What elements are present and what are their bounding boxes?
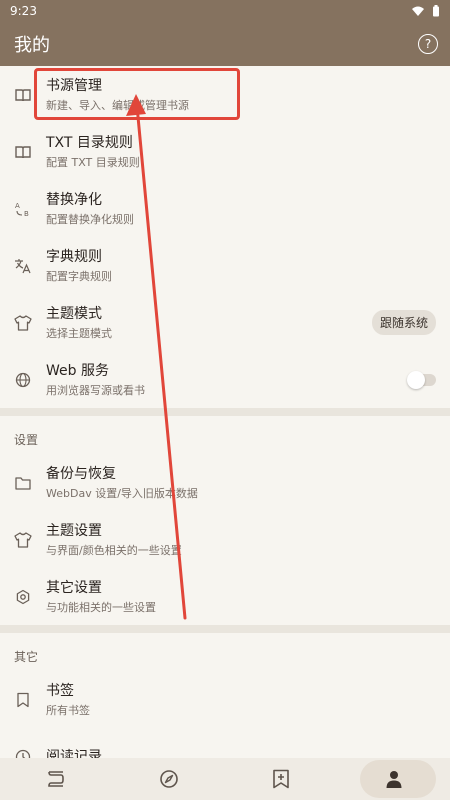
status-bar: 9:23 — [0, 0, 450, 22]
book-source-management[interactable]: 书源管理 新建、导入、编辑或管理书源 — [0, 66, 450, 123]
nav-discover[interactable] — [113, 758, 226, 800]
item-subtitle: 配置字典规则 — [46, 269, 112, 283]
section-header: 其它 — [14, 650, 39, 664]
bookmark-icon — [14, 691, 32, 709]
item-title: 主题模式 — [46, 305, 102, 322]
item-subtitle: 所有书签 — [46, 703, 90, 717]
battery-icon — [433, 5, 439, 17]
item-subtitle: 与界面/颜色相关的一些设置 — [46, 543, 182, 557]
top-section: 书源管理 新建、导入、编辑或管理书源 TXT 目录规则 配置 TXT 目录规则 … — [0, 66, 450, 408]
app-bar: 我的 ? — [0, 22, 450, 66]
settings-section: 设置 备份与恢复 WebDav 设置/导入旧版本数据 主题设置 与界面/颜色相关… — [0, 416, 450, 625]
section-header: 设置 — [14, 433, 39, 447]
clock-icon — [14, 748, 32, 758]
page-title: 我的 — [14, 35, 50, 56]
item-title: 书签 — [46, 682, 74, 699]
dictionary-rules[interactable]: 字典规则 配置字典规则 — [0, 237, 450, 294]
item-title: 书源管理 — [46, 77, 102, 94]
translate-icon — [14, 257, 32, 275]
compass-icon — [159, 770, 178, 788]
item-title: 阅读记录 — [46, 748, 102, 759]
item-subtitle: 选择主题模式 — [46, 326, 112, 340]
nav-bookshelf[interactable] — [0, 758, 113, 800]
bookshelf-icon — [48, 771, 65, 787]
book-open-icon — [14, 86, 32, 104]
gear-icon — [14, 588, 32, 606]
globe-icon — [14, 371, 32, 389]
bookmark-add-icon — [273, 769, 290, 789]
item-subtitle: 配置替换净化规则 — [46, 212, 134, 226]
web-service[interactable]: Web 服务 用浏览器写源或看书 — [0, 351, 450, 408]
replace-icon: AB — [14, 200, 32, 218]
bookmarks[interactable]: 书签 所有书签 — [0, 671, 450, 728]
theme-mode[interactable]: 主题模式 选择主题模式 跟随系统 — [0, 294, 450, 351]
item-title: TXT 目录规则 — [46, 134, 133, 151]
svg-text:B: B — [24, 210, 29, 217]
person-icon — [386, 771, 402, 788]
item-subtitle: 新建、导入、编辑或管理书源 — [46, 98, 189, 112]
section-divider — [0, 408, 450, 416]
others-section: 其它 书签 所有书签 阅读记录 — [0, 633, 450, 758]
item-title: 备份与恢复 — [46, 465, 116, 482]
folder-icon — [14, 474, 32, 492]
status-icons — [412, 5, 440, 17]
status-time: 9:23 — [10, 4, 37, 18]
item-title: 替换净化 — [46, 191, 102, 208]
reading-history[interactable]: 阅读记录 — [0, 728, 450, 758]
help-circle-icon[interactable]: ? — [418, 34, 438, 54]
item-subtitle: 用浏览器写源或看书 — [46, 383, 145, 397]
item-title: 其它设置 — [46, 579, 102, 596]
item-subtitle: 配置 TXT 目录规则 — [46, 155, 140, 169]
toggle-knob — [407, 370, 425, 389]
theme-mode-value-chip[interactable]: 跟随系统 — [371, 310, 436, 335]
item-title: Web 服务 — [46, 362, 109, 379]
nav-rss[interactable] — [225, 758, 338, 800]
web-service-toggle[interactable] — [407, 370, 436, 389]
theme-settings[interactable]: 主题设置 与界面/颜色相关的一些设置 — [0, 511, 450, 568]
section-divider — [0, 625, 450, 633]
item-title: 字典规则 — [46, 248, 102, 265]
svg-text:A: A — [15, 202, 20, 210]
wifi-icon — [412, 6, 424, 16]
backup-restore[interactable]: 备份与恢复 WebDav 设置/导入旧版本数据 — [0, 454, 450, 511]
shirt-icon — [14, 531, 32, 549]
replace-rules[interactable]: AB 替换净化 配置替换净化规则 — [0, 180, 450, 237]
item-subtitle: 与功能相关的一些设置 — [46, 600, 156, 614]
shirt-icon — [14, 314, 32, 332]
item-title: 主题设置 — [46, 522, 102, 539]
other-settings[interactable]: 其它设置 与功能相关的一些设置 — [0, 568, 450, 625]
item-subtitle: WebDav 设置/导入旧版本数据 — [46, 486, 198, 500]
nav-my[interactable] — [338, 758, 450, 800]
settings-list: 书源管理 新建、导入、编辑或管理书源 TXT 目录规则 配置 TXT 目录规则 … — [0, 66, 450, 758]
txt-toc-rules[interactable]: TXT 目录规则 配置 TXT 目录规则 — [0, 123, 450, 180]
bottom-navigation — [0, 758, 450, 800]
book-open-icon — [14, 143, 32, 161]
